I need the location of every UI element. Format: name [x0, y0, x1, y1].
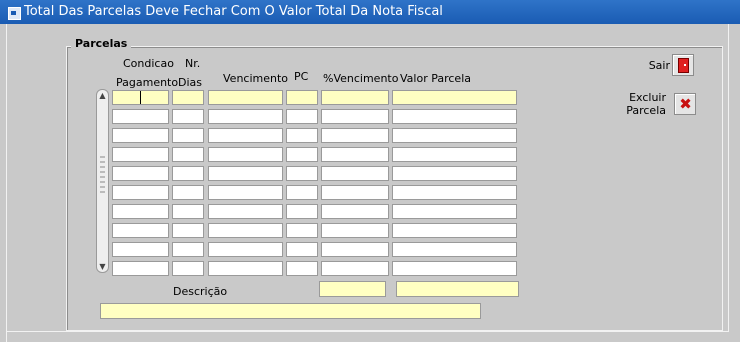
- cell-valor[interactable]: [392, 128, 517, 143]
- cell-pc[interactable]: [286, 261, 318, 276]
- sair-label: Sair: [648, 59, 670, 72]
- arrow-up-icon[interactable]: ▲: [98, 91, 107, 100]
- header-pagamento: Pagamento: [116, 76, 179, 89]
- cell-dias[interactable]: [172, 223, 204, 238]
- text-cursor: [140, 91, 141, 104]
- header-pct-vencimento: %Vencimento: [323, 72, 399, 85]
- cell-pct[interactable]: [321, 128, 389, 143]
- cell-vencimento[interactable]: [208, 166, 283, 181]
- cell-pct[interactable]: [321, 90, 389, 105]
- cell-vencimento[interactable]: [208, 147, 283, 162]
- cell-pct[interactable]: [321, 109, 389, 124]
- cell-condicao[interactable]: [112, 109, 169, 124]
- frame-right-edge: [728, 24, 729, 332]
- cell-vencimento[interactable]: [208, 261, 283, 276]
- cell-vencimento[interactable]: [208, 242, 283, 257]
- cell-pc[interactable]: [286, 109, 318, 124]
- cell-pc[interactable]: [286, 90, 318, 105]
- cell-dias[interactable]: [172, 109, 204, 124]
- cell-pc[interactable]: [286, 128, 318, 143]
- scroll-thumb[interactable]: [100, 156, 105, 196]
- cell-pc[interactable]: [286, 185, 318, 200]
- header-condicao: Condicao: [123, 57, 174, 70]
- cell-vencimento[interactable]: [208, 204, 283, 219]
- window-title: Total Das Parcelas Deve Fechar Com O Val…: [24, 4, 443, 19]
- descricao-label: Descrição: [173, 285, 228, 298]
- excluir-label-line1: Excluir: [629, 91, 666, 104]
- cell-vencimento[interactable]: [208, 185, 283, 200]
- header-nr: Nr.: [185, 57, 201, 70]
- cell-condicao[interactable]: [112, 223, 169, 238]
- excluir-label-line2: Parcela: [626, 104, 666, 117]
- frame-bottom-edge: [6, 331, 729, 332]
- cell-vencimento[interactable]: [208, 128, 283, 143]
- cell-pct[interactable]: [321, 204, 389, 219]
- cell-valor[interactable]: [392, 242, 517, 257]
- group-title: Parcelas: [71, 37, 132, 51]
- cell-valor[interactable]: [392, 223, 517, 238]
- cell-condicao[interactable]: [112, 128, 169, 143]
- cell-valor[interactable]: [392, 90, 517, 105]
- cell-condicao[interactable]: [112, 261, 169, 276]
- cell-valor[interactable]: [392, 261, 517, 276]
- cell-pct[interactable]: [321, 147, 389, 162]
- window-titlebar: Total Das Parcelas Deve Fechar Com O Val…: [0, 0, 740, 24]
- cell-dias[interactable]: [172, 128, 204, 143]
- cell-valor[interactable]: [392, 166, 517, 181]
- header-dias: Dias: [178, 76, 202, 89]
- delete-x-icon: ✖: [679, 95, 692, 113]
- cell-pc[interactable]: [286, 204, 318, 219]
- cell-valor[interactable]: [392, 185, 517, 200]
- cell-pct[interactable]: [321, 223, 389, 238]
- cell-condicao[interactable]: [112, 147, 169, 162]
- cell-pct[interactable]: [321, 261, 389, 276]
- cell-condicao[interactable]: [112, 185, 169, 200]
- cell-valor[interactable]: [392, 204, 517, 219]
- scrollbar[interactable]: ▲ ▼: [96, 89, 109, 273]
- cell-dias[interactable]: [172, 147, 204, 162]
- header-valor-parcela: Valor Parcela: [400, 72, 471, 85]
- cell-dias[interactable]: [172, 204, 204, 219]
- cell-condicao[interactable]: [112, 242, 169, 257]
- cell-pc[interactable]: [286, 242, 318, 257]
- frame-left-edge: [6, 24, 7, 342]
- cell-pct[interactable]: [321, 242, 389, 257]
- descricao-field[interactable]: [100, 303, 481, 319]
- cell-condicao[interactable]: [112, 204, 169, 219]
- form-icon: [8, 7, 21, 20]
- cell-pct[interactable]: [321, 185, 389, 200]
- cell-vencimento[interactable]: [208, 90, 283, 105]
- cell-vencimento[interactable]: [208, 109, 283, 124]
- cell-dias[interactable]: [172, 242, 204, 257]
- cell-pc[interactable]: [286, 166, 318, 181]
- cell-dias[interactable]: [172, 90, 204, 105]
- cell-pct[interactable]: [321, 166, 389, 181]
- sair-button[interactable]: [672, 54, 694, 76]
- cell-vencimento[interactable]: [208, 223, 283, 238]
- valor-total-field[interactable]: [396, 281, 519, 297]
- cell-dias[interactable]: [172, 166, 204, 181]
- excluir-parcela-button[interactable]: ✖: [674, 93, 696, 115]
- exit-door-icon: [678, 58, 689, 73]
- pct-total-field[interactable]: [319, 281, 386, 297]
- cell-condicao[interactable]: [112, 166, 169, 181]
- header-vencimento: Vencimento: [223, 72, 289, 85]
- cell-pc[interactable]: [286, 147, 318, 162]
- cell-dias[interactable]: [172, 261, 204, 276]
- cell-valor[interactable]: [392, 147, 517, 162]
- header-pc: PC: [294, 70, 309, 83]
- cell-dias[interactable]: [172, 185, 204, 200]
- cell-pc[interactable]: [286, 223, 318, 238]
- arrow-down-icon[interactable]: ▼: [98, 262, 107, 271]
- cell-valor[interactable]: [392, 109, 517, 124]
